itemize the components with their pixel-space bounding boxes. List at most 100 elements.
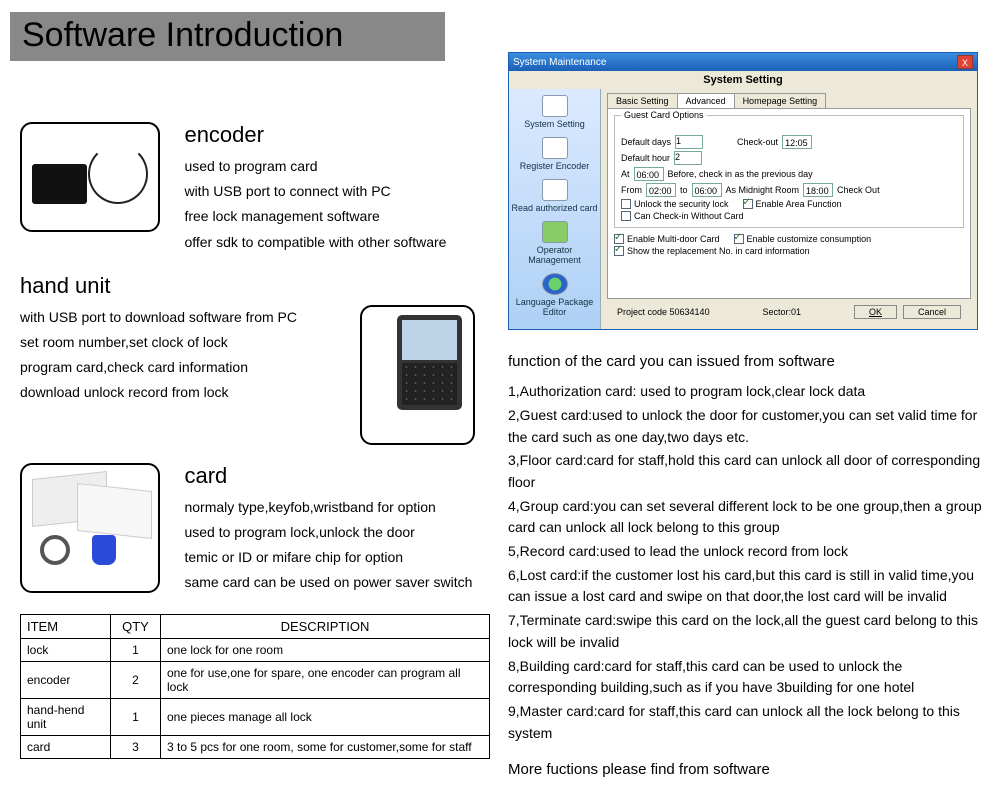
encoder-section: encoder used to program card with USB po… bbox=[20, 122, 495, 255]
cancel-button[interactable]: Cancel bbox=[903, 305, 961, 319]
tab-homepage-setting[interactable]: Homepage Setting bbox=[734, 93, 827, 108]
hand-line: program card,check card information bbox=[20, 355, 340, 380]
th-qty: QTY bbox=[111, 614, 161, 638]
from-time-field[interactable]: 02:00 bbox=[646, 183, 676, 197]
cell-desc: one lock for one room bbox=[161, 638, 490, 661]
functions-heading: function of the card you can issued from… bbox=[508, 350, 988, 373]
card-heading: card bbox=[184, 463, 484, 489]
chk-multi-door[interactable]: Enable Multi-door Card bbox=[614, 234, 720, 244]
close-icon[interactable]: X bbox=[957, 55, 973, 69]
label-midnight: As Midnight Room bbox=[726, 185, 800, 195]
qty-table: ITEM QTY DESCRIPTION lock 1 one lock for… bbox=[20, 614, 490, 759]
card-line: used to program lock,unlock the door bbox=[184, 520, 484, 545]
default-days-field[interactable]: 1 bbox=[675, 135, 703, 149]
chk-unlock-security[interactable]: Unlock the security lock bbox=[621, 199, 729, 209]
card-line: same card can be used on power saver swi… bbox=[184, 570, 484, 595]
label-before: Before, check in as the previous day bbox=[668, 169, 813, 179]
cell-qty: 1 bbox=[111, 638, 161, 661]
cell-qty: 3 bbox=[111, 735, 161, 758]
func-line: 5,Record card:used to lead the unlock re… bbox=[508, 541, 988, 563]
label-default-hour: Default hour bbox=[621, 153, 670, 163]
chk-without-card[interactable]: Can Check-in Without Card bbox=[621, 211, 744, 221]
sidebar-item-read-authorized[interactable]: Read authorized card bbox=[511, 179, 598, 213]
guest-card-options-group: Guest Card Options Default days 1 Check-… bbox=[614, 115, 964, 228]
sidebar-item-system-setting[interactable]: System Setting bbox=[511, 95, 598, 129]
sector-label: Sector:01 bbox=[763, 307, 802, 317]
encoder-line: used to program card bbox=[184, 154, 484, 179]
chk-customize-consumption[interactable]: Enable customize consumption bbox=[734, 234, 872, 244]
chk-label: Show the replacement No. in card informa… bbox=[627, 246, 810, 256]
cell-item: card bbox=[21, 735, 111, 758]
sidebar-label: Read authorized card bbox=[511, 203, 597, 213]
table-row: hand-hend unit 1 one pieces manage all l… bbox=[21, 698, 490, 735]
sidebar-item-operator-mgmt[interactable]: Operator Management bbox=[511, 221, 598, 265]
sidebar-item-language-editor[interactable]: Language Package Editor bbox=[511, 273, 598, 317]
func-line: 9,Master card:card for staff,this card c… bbox=[508, 701, 988, 744]
checkout-field[interactable]: 12:05 bbox=[782, 135, 812, 149]
window-sidebar: System Setting Register Encoder Read aut… bbox=[509, 89, 601, 329]
encoder-line: free lock management software bbox=[184, 204, 484, 229]
group-title: Guest Card Options bbox=[621, 110, 707, 120]
table-row: encoder 2 one for use,one for spare, one… bbox=[21, 661, 490, 698]
left-column: encoder used to program card with USB po… bbox=[20, 122, 495, 759]
more-functions: More fuctions please find from software bbox=[508, 758, 988, 781]
func-line: 2,Guest card:used to unlock the door for… bbox=[508, 405, 988, 448]
card-image bbox=[20, 463, 160, 593]
func-line: 1,Authorization card: used to program lo… bbox=[508, 381, 988, 403]
window-footer: Project code 50634140 Sector:01 OK Cance… bbox=[607, 299, 971, 325]
ok-button[interactable]: OK bbox=[854, 305, 897, 319]
hand-line: set room number,set clock of lock bbox=[20, 330, 340, 355]
cell-qty: 1 bbox=[111, 698, 161, 735]
encoder-heading: encoder bbox=[184, 122, 484, 148]
encoder-line: offer sdk to compatible with other softw… bbox=[184, 230, 484, 255]
sidebar-label: Language Package Editor bbox=[516, 297, 594, 317]
cell-qty: 2 bbox=[111, 661, 161, 698]
cell-desc: one pieces manage all lock bbox=[161, 698, 490, 735]
chk-label: Unlock the security lock bbox=[634, 199, 729, 209]
cell-item: hand-hend unit bbox=[21, 698, 111, 735]
label-from: From bbox=[621, 185, 642, 195]
label-checkout: Check-out bbox=[737, 137, 778, 147]
card-section: card normaly type,keyfob,wristband for o… bbox=[20, 463, 495, 596]
sidebar-item-register-encoder[interactable]: Register Encoder bbox=[511, 137, 598, 171]
cell-item: encoder bbox=[21, 661, 111, 698]
hand-line: download unlock record from lock bbox=[20, 380, 340, 405]
sidebar-label: Operator Management bbox=[528, 245, 581, 265]
func-line: 6,Lost card:if the customer lost his car… bbox=[508, 565, 988, 608]
tab-pane-advanced: Guest Card Options Default days 1 Check-… bbox=[607, 109, 971, 299]
card-line: temic or ID or mifare chip for option bbox=[184, 545, 484, 570]
func-line: 7,Terminate card:swipe this card on the … bbox=[508, 610, 988, 653]
to-time-field[interactable]: 06:00 bbox=[692, 183, 722, 197]
chk-label: Can Check-in Without Card bbox=[634, 211, 744, 221]
table-row: lock 1 one lock for one room bbox=[21, 638, 490, 661]
hand-heading: hand unit bbox=[20, 273, 495, 299]
chk-label: Enable Multi-door Card bbox=[627, 234, 720, 244]
tab-advanced[interactable]: Advanced bbox=[677, 93, 735, 108]
card-line: normaly type,keyfob,wristband for option bbox=[184, 495, 484, 520]
default-hour-field[interactable]: 2 bbox=[674, 151, 702, 165]
tabs: Basic Setting Advanced Homepage Setting bbox=[607, 93, 971, 109]
th-desc: DESCRIPTION bbox=[161, 614, 490, 638]
label-to: to bbox=[680, 185, 688, 195]
window-titlebar: System Maintenance X bbox=[509, 53, 977, 71]
cell-desc: 3 to 5 pcs for one room, some for custom… bbox=[161, 735, 490, 758]
window-title: System Maintenance bbox=[513, 57, 606, 68]
at-time-field[interactable]: 06:00 bbox=[634, 167, 664, 181]
hand-line: with USB port to download software from … bbox=[20, 305, 340, 330]
tab-basic-setting[interactable]: Basic Setting bbox=[607, 93, 678, 108]
page-title: Software Introduction bbox=[10, 12, 445, 61]
sidebar-label: System Setting bbox=[524, 119, 585, 129]
midnight-time-field[interactable]: 18:00 bbox=[803, 183, 833, 197]
func-line: 3,Floor card:card for staff,hold this ca… bbox=[508, 450, 988, 493]
table-row: card 3 3 to 5 pcs for one room, some for… bbox=[21, 735, 490, 758]
chk-label: Enable customize consumption bbox=[747, 234, 872, 244]
encoder-image bbox=[20, 122, 160, 232]
right-column: System Maintenance X System Setting Syst… bbox=[508, 52, 988, 784]
th-item: ITEM bbox=[21, 614, 111, 638]
system-setting-window: System Maintenance X System Setting Syst… bbox=[508, 52, 978, 330]
chk-show-replacement[interactable]: Show the replacement No. in card informa… bbox=[614, 246, 810, 256]
cell-desc: one for use,one for spare, one encoder c… bbox=[161, 661, 490, 698]
label-checkout2: Check Out bbox=[837, 185, 880, 195]
chk-enable-area[interactable]: Enable Area Function bbox=[743, 199, 842, 209]
label-at: At bbox=[621, 169, 630, 179]
